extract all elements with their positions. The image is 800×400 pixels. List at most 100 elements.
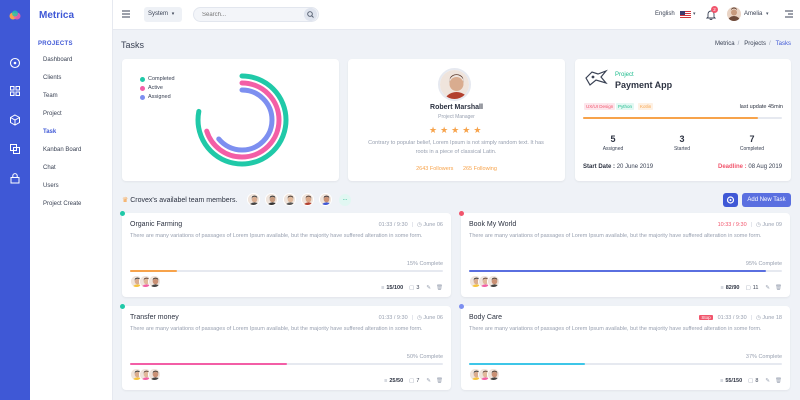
breadcrumb-item[interactable]: Metrica <box>715 41 735 47</box>
task-count: 15/100 <box>386 285 404 291</box>
task-member-avatar[interactable] <box>148 368 161 381</box>
star-icon: ★ <box>462 125 471 135</box>
radial-bar-chart <box>195 73 289 167</box>
team-member-avatar[interactable] <box>301 193 314 206</box>
add-new-task-button[interactable]: Add New Task <box>742 193 791 207</box>
logo-icon <box>9 10 21 20</box>
task-member-avatar[interactable] <box>487 368 500 381</box>
edit-icon[interactable]: ✎ <box>426 285 431 291</box>
task-title[interactable]: Organic Farming <box>130 221 182 228</box>
project-label: Project <box>615 72 634 78</box>
sidebar-item-chat[interactable]: Chat <box>43 165 56 171</box>
profile-avatar <box>438 68 471 101</box>
copy-icon[interactable] <box>9 143 21 155</box>
task-status-dot <box>459 304 464 309</box>
task-count: 82/90 <box>725 285 740 291</box>
sidebar: Metrica PROJECTS Dashboard Clients Team … <box>30 0 113 400</box>
edit-icon[interactable]: ✎ <box>765 378 770 384</box>
sidebar-item-clients[interactable]: Clients <box>43 75 61 81</box>
lock-icon[interactable] <box>9 172 21 184</box>
task-time: 01:33 / 9:30 | ◷ June 06 <box>378 315 443 321</box>
task-card[interactable]: Body Care Stop 01:33 / 9:30 | ◷ June 18 There… <box>461 306 790 390</box>
task-title[interactable]: Book My World <box>469 221 516 228</box>
edit-icon[interactable]: ✎ <box>426 378 431 384</box>
sidebar-item-kanban-board[interactable]: Kanban Board <box>43 147 81 153</box>
box-icon[interactable] <box>9 114 21 126</box>
project-card <box>575 59 791 181</box>
settings-button[interactable] <box>723 193 738 207</box>
legend-dot <box>140 85 145 91</box>
menu-icon[interactable] <box>121 9 131 19</box>
sidebar-heading: PROJECTS <box>38 41 73 47</box>
followers-count[interactable]: 2643 Followers <box>416 166 453 172</box>
search-icon[interactable] <box>304 8 317 21</box>
star-icon: ★ <box>440 125 449 135</box>
task-status-dot <box>120 211 125 216</box>
align-right-icon[interactable] <box>784 9 794 19</box>
sidebar-item-task[interactable]: Task <box>43 129 56 135</box>
task-progress-fill <box>469 270 767 272</box>
system-dropdown[interactable]: System ▾ <box>144 7 182 22</box>
user-avatar[interactable] <box>727 7 741 21</box>
team-member-avatar[interactable] <box>319 193 332 206</box>
task-card[interactable]: Transfer money 01:33 / 9:30 | ◷ June 06 Ther… <box>122 306 451 390</box>
chevron-down-icon: ▾ <box>766 11 769 17</box>
trash-icon[interactable]: 🗑 <box>775 378 782 384</box>
task-card[interactable]: Organic Farming 01:33 / 9:30 | ◷ June 06 The… <box>122 213 451 297</box>
task-progress <box>469 270 782 272</box>
user-name[interactable]: Amelia <box>744 11 762 17</box>
task-description: There are many variations of passages of… <box>130 326 423 332</box>
task-count: 55/150 <box>725 378 743 384</box>
comment-count: 3 <box>416 285 420 291</box>
sidebar-item-dashboard[interactable]: Dashboard <box>43 57 72 63</box>
stat-assigned: 5 Assigned <box>602 134 624 152</box>
task-percent: 50% Complete <box>406 354 443 360</box>
trash-icon[interactable]: 🗑 <box>436 378 443 384</box>
search-input[interactable] <box>193 7 319 22</box>
sidebar-item-team[interactable]: Team <box>43 93 58 99</box>
task-footer: ≡ 55/150 ▢ 8 ✎ 🗑 <box>720 378 782 384</box>
star-icon: ★ <box>451 125 460 135</box>
tag-uxui: UX/UI Design <box>584 103 616 110</box>
breadcrumb-current: Tasks <box>775 41 791 47</box>
project-logo-icon <box>585 69 608 86</box>
task-card[interactable]: Book My World 10:33 / 9:30 | ◷ June 09 There… <box>461 213 790 297</box>
team-members-label: Crovex's availabel team members. <box>130 197 238 204</box>
team-member-avatar[interactable] <box>283 193 296 206</box>
apps-icon[interactable] <box>9 85 21 97</box>
rating-stars: ★ ★ ★ ★ ★ <box>429 125 481 136</box>
edit-icon[interactable]: ✎ <box>765 285 770 291</box>
more-members-button[interactable]: ... <box>339 194 351 206</box>
sidebar-item-project-create[interactable]: Project Create <box>43 201 81 207</box>
dashboard-icon[interactable] <box>9 57 21 69</box>
team-member-avatar[interactable] <box>265 193 278 206</box>
clock-icon: ◷ <box>417 222 422 228</box>
radial-bar-assigned <box>209 87 275 153</box>
us-flag-icon[interactable] <box>680 11 691 18</box>
tag-python: Python <box>616 103 635 110</box>
project-title: Payment App <box>615 80 673 90</box>
task-footer: ≡ 15/100 ▢ 3 ✎ 🗑 <box>381 285 443 291</box>
task-member-avatar[interactable] <box>148 275 161 288</box>
task-title[interactable]: Body Care <box>469 314 502 321</box>
system-label: System <box>148 11 169 17</box>
sidebar-item-project[interactable]: Project <box>43 111 62 117</box>
breadcrumb-item[interactable]: Projects <box>744 41 766 47</box>
comment-count: 8 <box>755 378 759 384</box>
task-member-avatar[interactable] <box>487 275 500 288</box>
stat-started: 3 Started <box>673 134 691 152</box>
profile-quote: Contrary to popular belief, Lorem Ipsum … <box>368 140 544 155</box>
profile-card <box>348 59 565 181</box>
sidebar-item-users[interactable]: Users <box>43 183 59 189</box>
team-members: ♛ Crovex's availabel team members. <box>122 196 237 204</box>
team-member-avatar[interactable] <box>247 193 260 206</box>
trash-icon[interactable]: 🗑 <box>775 285 782 291</box>
comment-count: 7 <box>416 378 420 384</box>
checklist-icon: ≡ <box>720 285 724 291</box>
task-title[interactable]: Transfer money <box>130 314 179 321</box>
following-count[interactable]: 265 Following <box>463 166 497 172</box>
language-label[interactable]: English <box>655 11 675 17</box>
trash-icon[interactable]: 🗑 <box>436 285 443 291</box>
task-progress <box>130 363 443 365</box>
task-progress <box>469 363 782 365</box>
